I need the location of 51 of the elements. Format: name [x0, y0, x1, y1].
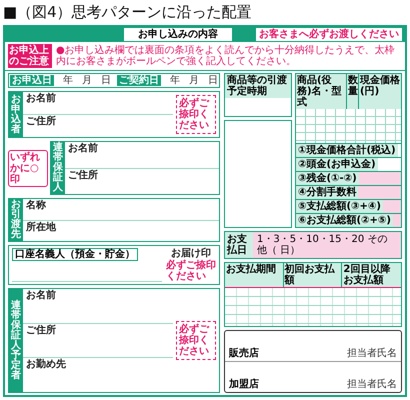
header-note: お客さまへ必ずお渡しください — [256, 28, 402, 41]
pay-day-options: 1・3・5・10・15・20 その他（ 日） — [253, 232, 401, 258]
field-label: ご住所 — [68, 170, 98, 180]
field-label: お名前 — [26, 93, 56, 104]
field-label: お名前 — [68, 143, 98, 154]
field-label: 所在地 — [26, 222, 56, 232]
pay-day-label: お支払日 — [225, 232, 253, 258]
summary-label: ④分割手数料 — [296, 186, 358, 199]
column-header: 初回お支払額 — [284, 263, 342, 287]
staff-label: 担当者氏名 — [347, 348, 397, 359]
seal-note: 必ずご捺印ください — [166, 260, 216, 282]
figure-title: ■（図4）思考パターンに沿った配置 — [3, 2, 253, 22]
seal-note: 必ずご捺印ください — [176, 321, 216, 360]
section-label: お申込者 — [9, 92, 23, 137]
column-header: 現金価格(円) — [359, 74, 401, 99]
column-header: 2回目以降お支払額 — [342, 263, 392, 287]
column-header: 数量 — [347, 74, 359, 109]
staff-label: 担当者氏名 — [347, 379, 397, 390]
seal-label: お届け印 — [171, 248, 211, 259]
summary-label: ②頭金(お申込金) — [296, 158, 378, 171]
section-label: お引渡先 — [9, 199, 23, 241]
field-label: お名前 — [26, 290, 56, 301]
date-label: お申込日 — [10, 75, 54, 86]
field-label: お勤め先 — [26, 359, 66, 370]
account-title: 口座名義人（預金・貯金） — [12, 248, 138, 261]
form-header-title: お申し込みの内容 — [124, 28, 232, 41]
summary-label: ①現金価格合計(税込) — [296, 144, 398, 157]
column-header: 商品(役務)名・型式 — [296, 74, 347, 109]
seal-note: 必ずご捺印ください — [176, 95, 216, 134]
date-unit: 年 — [170, 75, 180, 86]
shop-label: 加盟店 — [229, 379, 259, 390]
shop-label: 販売店 — [229, 348, 259, 359]
section-label: 連帯保証人予定者 — [9, 289, 23, 392]
date-unit: 月 — [82, 75, 92, 86]
date-unit: 日 — [101, 75, 111, 86]
column-header: お支払期間 — [225, 263, 284, 287]
date-unit: 月 — [189, 75, 199, 86]
field-label: ご住所 — [26, 324, 56, 336]
date-unit: 日 — [208, 75, 218, 86]
date-unit: 年 — [63, 75, 73, 86]
summary-label: ⑤支払総額(③+④) — [296, 200, 383, 213]
notice-text: ●お申し込み欄では裏面の条項をよく読んでから十分納得したうえで、太枠内にお客さまがボールペンで強く記入してください。 — [56, 45, 396, 67]
notice-label: お申込上のご注意 — [8, 44, 52, 68]
summary-label: ③残金(①-②) — [296, 172, 359, 185]
field-label: 名称 — [26, 200, 46, 211]
date-label: ご契約日 — [117, 75, 161, 86]
summary-label: ⑥お支払総額(②+⑤) — [296, 214, 393, 227]
choice-note: いずれかに○印 — [8, 150, 48, 186]
section-label: 連帯保証人 — [51, 142, 65, 194]
field-label: ご住所 — [26, 116, 56, 127]
delivery-time-label: 商品等の引渡予定時期 — [225, 74, 291, 98]
